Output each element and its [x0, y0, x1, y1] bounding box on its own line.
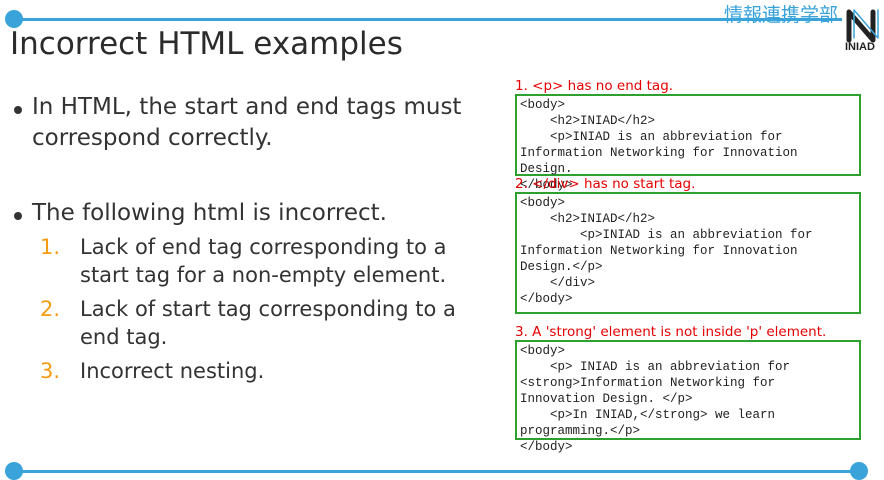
bullet-list: In HTML, the start and end tags must cor…	[12, 92, 502, 391]
example-caption-2: 2. </div> has no start tag.	[515, 176, 696, 192]
logo-text: INIAD	[845, 41, 875, 53]
footer-rule	[14, 470, 864, 473]
examples-panel: 1. <p> has no end tag. <body> <h2>INIAD<…	[515, 78, 865, 454]
numbered-list: 1. Lack of end tag corresponding to a st…	[40, 233, 502, 385]
header-rule	[14, 18, 842, 21]
item-number: 2.	[40, 297, 61, 321]
bullet-item-1: In HTML, the start and end tags must cor…	[12, 92, 502, 154]
item-text: Incorrect nesting.	[80, 359, 265, 383]
code-block-2: <body> <h2>INIAD</h2> <p>INIAD is an abb…	[515, 192, 861, 314]
code-block-1: <body> <h2>INIAD</h2> <p>INIAD is an abb…	[515, 94, 861, 192]
code-block-3: <body> <p> INIAD is an abbreviation for …	[515, 340, 861, 454]
item-number: 3.	[40, 359, 61, 383]
bullet-item-2: The following html is incorrect.	[12, 198, 502, 229]
item-number: 1.	[40, 235, 61, 259]
numbered-item-1: 1. Lack of end tag corresponding to a st…	[40, 233, 502, 289]
numbered-item-2: 2. Lack of start tag corresponding to a …	[40, 295, 502, 351]
example-caption-1: 1. <p> has no end tag.	[515, 78, 674, 94]
numbered-item-3: 3. Incorrect nesting.	[40, 357, 502, 385]
example-caption-3: 3. A 'strong' element is not inside 'p' …	[515, 324, 827, 340]
page-title: Incorrect HTML examples	[10, 26, 403, 62]
slide: 情報連携学部 INIAD Incorrect HTML examples In …	[0, 0, 884, 480]
decor-dot-bottom-right	[850, 462, 868, 480]
department-label: 情報連携学部	[724, 4, 839, 26]
item-text: Lack of start tag corresponding to a end…	[80, 297, 456, 349]
item-text: Lack of end tag corresponding to a start…	[80, 235, 447, 287]
